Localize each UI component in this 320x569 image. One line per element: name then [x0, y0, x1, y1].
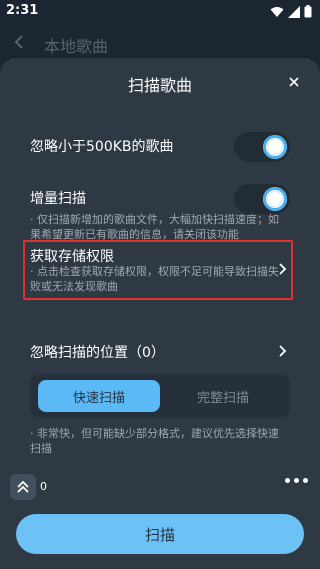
storage-permission-description: · 点击检查获取存储权限，权限不足可能导致扫描失败或无法发现歌曲 — [30, 265, 279, 293]
chevron-right-icon[interactable] — [278, 344, 288, 358]
incremental-scan-description: · 仅扫描新增加的歌曲文件，大幅加快扫描速度；如果希望更新已有歌曲的信息，请关闭… — [30, 213, 279, 241]
back-arrow-icon[interactable] — [14, 34, 24, 50]
selection-count: 0 — [40, 480, 47, 493]
bottom-utility-bar: 0 — [0, 466, 320, 506]
ignored-locations-label[interactable]: 忽略扫描的位置（0） — [30, 342, 165, 362]
background-header: 本地歌曲 — [0, 28, 320, 60]
ignore-small-label: 忽略小于500KB的歌曲 — [30, 139, 174, 155]
quick-scan-option[interactable]: 快速扫描 — [38, 380, 160, 412]
battery-icon — [304, 5, 312, 18]
background-page-title: 本地歌曲 — [44, 37, 109, 56]
full-scan-option[interactable]: 完整扫描 — [162, 380, 284, 412]
sheet-title: 扫描歌曲 — [127, 76, 192, 95]
storage-permission-label: 获取存储权限 — [30, 249, 114, 265]
double-chevron-up-icon — [17, 480, 29, 493]
signal-icon — [288, 5, 300, 18]
close-icon[interactable] — [286, 74, 302, 90]
toggle-knob — [263, 187, 287, 211]
status-bar: 2:31 — [0, 0, 320, 24]
incremental-scan-label: 增量扫描 — [30, 191, 86, 207]
more-options-icon[interactable] — [285, 478, 308, 483]
wifi-icon — [270, 6, 284, 17]
scan-mode-note: · 非常快，但可能缺少部分格式，建议优先选择快速扫描 — [30, 427, 279, 455]
toggle-knob — [263, 135, 287, 159]
chevron-right-icon[interactable] — [278, 262, 288, 276]
ignore-small-toggle[interactable] — [234, 132, 290, 162]
status-time: 2:31 — [6, 3, 39, 18]
collapse-button[interactable] — [10, 474, 36, 500]
scan-mode-segmented-control: 快速扫描 完整扫描 — [30, 374, 290, 418]
incremental-scan-toggle[interactable] — [234, 184, 290, 214]
scan-button[interactable]: 扫描 — [16, 514, 304, 554]
status-icons — [270, 5, 312, 18]
